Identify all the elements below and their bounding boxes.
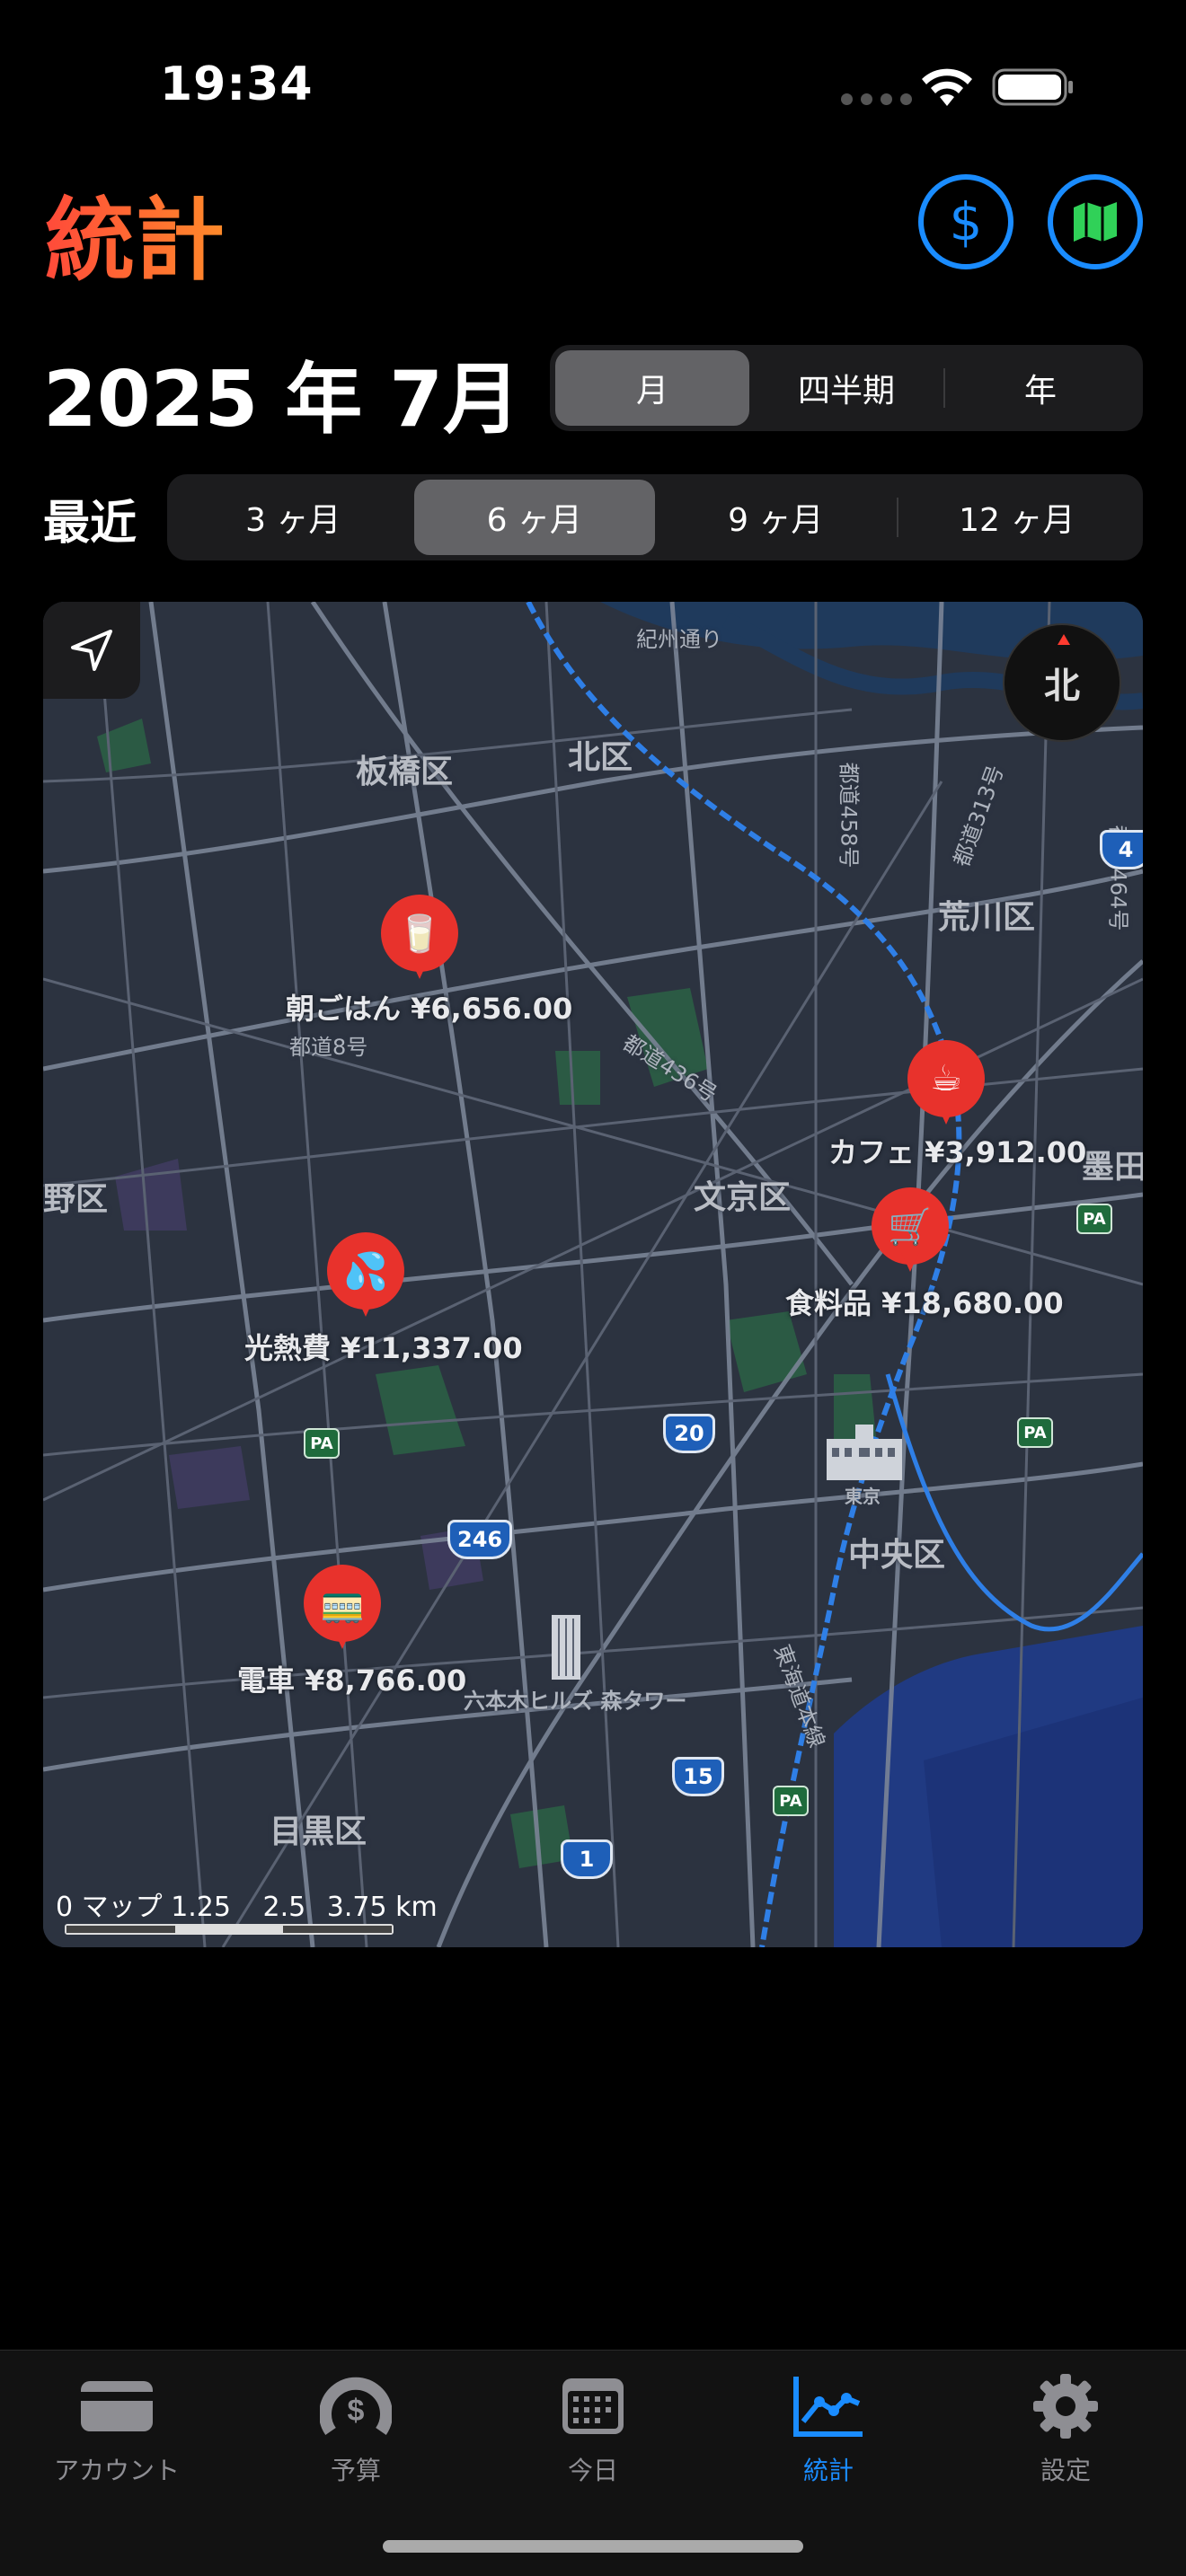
route-shield: 15 [672, 1757, 724, 1796]
segment-12-months[interactable]: 12 ヶ月 [896, 480, 1138, 555]
gear-icon [1033, 2374, 1098, 2439]
tab-label: 設定 [1040, 2456, 1091, 2485]
road-label: 紀州通り [636, 627, 722, 652]
spending-map[interactable]: 北 板橋区 北区 荒川区 文京区 野区 墨田 中央区 目黒区 紀州通り 都道43… [43, 602, 1143, 1947]
roppongi-hills-icon [552, 1615, 580, 1680]
location-button[interactable] [43, 602, 140, 699]
location-arrow-icon [71, 630, 112, 671]
road-label: 都道8号 [289, 1035, 368, 1060]
area-label: 目黒区 [270, 1813, 367, 1850]
segment-quarter[interactable]: 四半期 [749, 350, 943, 426]
currency-button[interactable]: $ [918, 174, 1013, 269]
pin-label: 電車 ¥8,766.00 [237, 1663, 467, 1698]
scale-mark: 2.5 [262, 1892, 306, 1923]
pin-groceries[interactable]: 🛒 [872, 1187, 949, 1277]
home-indicator [383, 2540, 803, 2553]
pin-cafe[interactable]: ☕ [907, 1040, 985, 1130]
map-icon [1074, 202, 1117, 242]
route-shield: 4 [1100, 830, 1143, 869]
area-label: 野区 [43, 1181, 109, 1218]
period-segmented-control[interactable]: 月 四半期 年 [550, 345, 1143, 431]
signal-icon [841, 93, 912, 105]
pin-label: カフェ ¥3,912.00 [828, 1135, 1087, 1169]
pin-train[interactable]: 🚃 [304, 1565, 381, 1654]
tab-today[interactable]: 今日 [494, 2372, 692, 2487]
svg-text:$: $ [348, 2394, 365, 2428]
scale-mark: 1.25 [171, 1892, 231, 1923]
tab-label: アカウント [53, 2456, 180, 2485]
route-shield: 246 [447, 1520, 513, 1559]
segment-month[interactable]: 月 [555, 350, 749, 426]
card-icon [81, 2381, 153, 2431]
tokyo-station-icon [827, 1425, 902, 1480]
tab-label: 今日 [567, 2456, 618, 2485]
budget-gauge-icon: $ [320, 2377, 392, 2435]
route-shield: 20 [663, 1414, 715, 1453]
area-label: 文京区 [694, 1179, 792, 1216]
page-title: 統計 [45, 167, 225, 297]
parking-area-marker: PA [773, 1786, 809, 1816]
parking-area-marker: PA [1017, 1417, 1053, 1448]
chart-line-icon [793, 2377, 863, 2437]
road-label: 都道458号 [836, 762, 862, 869]
tab-settings[interactable]: 設定 [967, 2372, 1164, 2487]
segment-9-months[interactable]: 9 ヶ月 [655, 480, 897, 555]
pin-label: 朝ごはん ¥6,656.00 [286, 992, 573, 1026]
pin-utilities[interactable]: 💦 [327, 1232, 404, 1322]
status-time: 19:34 [160, 57, 314, 111]
station-label: 東京 [845, 1486, 881, 1507]
scale-bar [65, 1924, 394, 1935]
compass-label: 北 [1044, 666, 1080, 707]
map-scale: 0 マップ 1.25 2.5 3.75 km [56, 1884, 438, 1924]
wifi-icon [922, 68, 972, 106]
map-button[interactable] [1048, 174, 1143, 269]
compass-north-marker-icon [1058, 634, 1070, 645]
calendar-icon [562, 2378, 624, 2434]
tab-budget[interactable]: $ 予算 [257, 2372, 455, 2487]
area-label: 北区 [568, 739, 633, 776]
tab-label: 予算 [330, 2456, 381, 2485]
tab-accounts[interactable]: アカウント [18, 2372, 216, 2487]
scale-start: 0 [56, 1892, 74, 1923]
segment-year[interactable]: 年 [943, 350, 1137, 426]
map-attribution[interactable]: マップ [82, 1892, 163, 1923]
segment-3-months[interactable]: 3 ヶ月 [173, 480, 414, 555]
pin-breakfast[interactable]: 🥛 [381, 895, 458, 984]
recent-label: 最近 [43, 497, 137, 551]
area-label: 荒川区 [938, 899, 1036, 936]
parking-area-marker: PA [1076, 1204, 1112, 1234]
pin-label: 光熱費 ¥11,337.00 [244, 1331, 523, 1365]
parking-area-marker: PA [304, 1428, 340, 1459]
landmark-label: 六本木ヒルズ 森タワー [464, 1689, 687, 1714]
segment-6-months[interactable]: 6 ヶ月 [413, 480, 655, 555]
area-label: 中央区 [848, 1537, 946, 1574]
recent-segmented-control[interactable]: 3 ヶ月 6 ヶ月 9 ヶ月 12 ヶ月 [167, 474, 1143, 560]
scale-mark: 3.75 km [326, 1892, 438, 1923]
tab-stats[interactable]: 統計 [730, 2372, 927, 2487]
battery-icon [992, 68, 1073, 106]
compass-button[interactable]: 北 [1003, 623, 1121, 742]
area-label: 墨田 [1082, 1149, 1143, 1186]
area-label: 板橋区 [356, 754, 454, 790]
dollar-circle-icon: $ [949, 191, 983, 252]
route-shield: 1 [561, 1839, 613, 1879]
period-title: 2025 年 7月 [43, 355, 521, 445]
tab-label: 統計 [802, 2456, 854, 2485]
pin-label: 食料品 ¥18,680.00 [785, 1286, 1064, 1320]
